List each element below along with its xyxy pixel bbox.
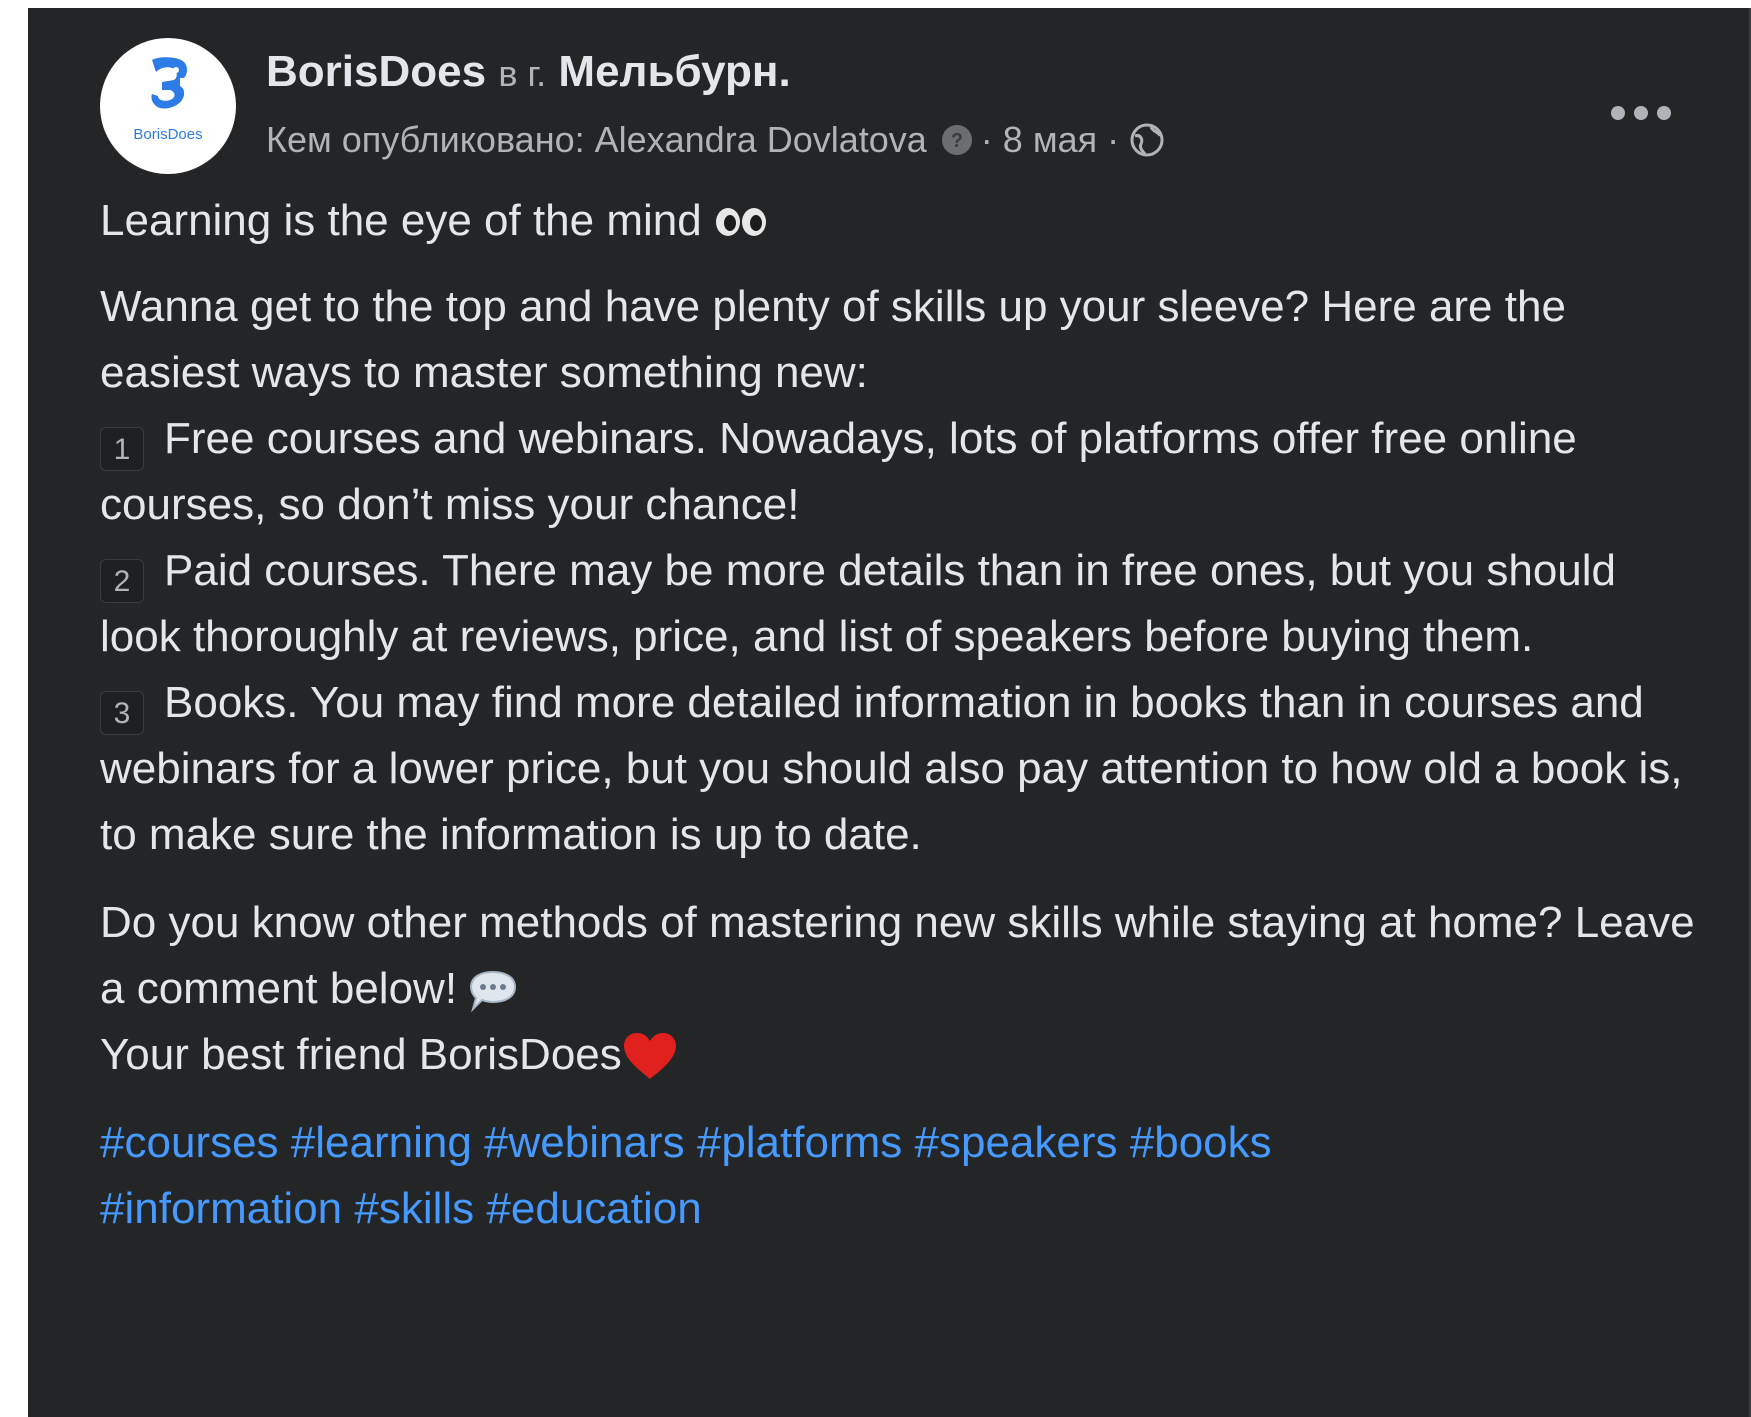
hashtag-link[interactable]: #books bbox=[1130, 1118, 1272, 1167]
list-item: 1 Free courses and webinars. Nowadays, lo… bbox=[100, 406, 1700, 538]
list-item: 2 Paid courses. There may be more details… bbox=[100, 538, 1700, 670]
more-dot-icon bbox=[1657, 106, 1671, 120]
hashtag-link[interactable]: #speakers bbox=[915, 1118, 1118, 1167]
keycap-1-icon: 1 bbox=[100, 427, 144, 471]
question-line: Do you know other methods of mastering n… bbox=[100, 890, 1700, 1022]
hashtag-link[interactable]: #skills bbox=[354, 1184, 474, 1233]
location-name[interactable]: Мельбурн. bbox=[558, 47, 790, 96]
globe-icon[interactable] bbox=[1129, 122, 1165, 158]
boris-mascot-icon bbox=[151, 57, 187, 109]
question-circle-icon[interactable]: ? bbox=[941, 124, 973, 156]
avatar[interactable]: BorisDoes bbox=[100, 38, 236, 174]
list-item-text: Books. You may find more detailed inform… bbox=[100, 678, 1683, 859]
meta-separator: · bbox=[980, 119, 993, 160]
list-item: 3 Books. You may find more detailed infor… bbox=[100, 670, 1700, 868]
list-item-text: Free courses and webinars. Nowadays, lot… bbox=[100, 414, 1577, 529]
headline-text: Learning is the eye of the mind bbox=[100, 196, 702, 245]
hashtag-link[interactable]: #platforms bbox=[697, 1118, 902, 1167]
meta-separator-2: · bbox=[1107, 119, 1120, 160]
svg-text:?: ? bbox=[951, 130, 963, 152]
avatar-brand-text: BorisDoes bbox=[133, 126, 203, 143]
published-by[interactable]: Кем опубликовано: Alexandra Dovlatova bbox=[266, 118, 927, 162]
question-text: Do you know other methods of mastering n… bbox=[100, 898, 1695, 1013]
speech-bubble-emoji-icon bbox=[470, 970, 517, 1013]
list-item-text: Paid courses. There may be more details … bbox=[100, 546, 1617, 661]
post-header: BorisDoes BorisDoes в г. Мельбурн. Кем о… bbox=[100, 32, 1691, 174]
more-dot-icon bbox=[1611, 106, 1625, 120]
facebook-post: BorisDoes BorisDoes в г. Мельбурн. Кем о… bbox=[28, 8, 1751, 1417]
post-closing-paragraph: Do you know other methods of mastering n… bbox=[100, 890, 1700, 1088]
hashtag-link[interactable]: #education bbox=[486, 1184, 701, 1233]
author-line: BorisDoes в г. Мельбурн. bbox=[266, 46, 791, 100]
keycap-2-icon: 2 bbox=[100, 559, 144, 603]
post-list-paragraph: Wanna get to the top and have plenty of … bbox=[100, 274, 1700, 868]
more-dot-icon bbox=[1634, 106, 1648, 120]
hashtag-list: #courses #learning #webinars #platforms … bbox=[100, 1110, 1700, 1242]
intro-text: Wanna get to the top and have plenty of … bbox=[100, 282, 1566, 397]
hashtag-link[interactable]: #information bbox=[100, 1184, 342, 1233]
hashtag-link[interactable]: #learning bbox=[291, 1118, 472, 1167]
author-name[interactable]: BorisDoes bbox=[266, 47, 486, 96]
hashtag-link[interactable]: #courses bbox=[100, 1118, 279, 1167]
keycap-3-icon: 3 bbox=[100, 691, 144, 735]
signoff-line: Your best friend BorisDoes bbox=[100, 1022, 1700, 1088]
eyes-emoji-icon bbox=[715, 208, 766, 236]
more-options-button[interactable] bbox=[1611, 98, 1671, 128]
post-meta: Кем опубликовано: Alexandra Dovlatova ? … bbox=[266, 118, 1165, 162]
signoff-text: Your best friend BorisDoes bbox=[100, 1030, 622, 1079]
red-heart-emoji-icon bbox=[623, 1033, 676, 1079]
post-headline: Learning is the eye of the mind bbox=[100, 188, 1700, 254]
location-preposition: в г. bbox=[498, 53, 547, 94]
post-date[interactable]: 8 мая bbox=[1003, 118, 1097, 162]
post-body: Learning is the eye of the mind Wanna ge… bbox=[100, 188, 1700, 1242]
hashtag-link[interactable]: #webinars bbox=[484, 1118, 685, 1167]
